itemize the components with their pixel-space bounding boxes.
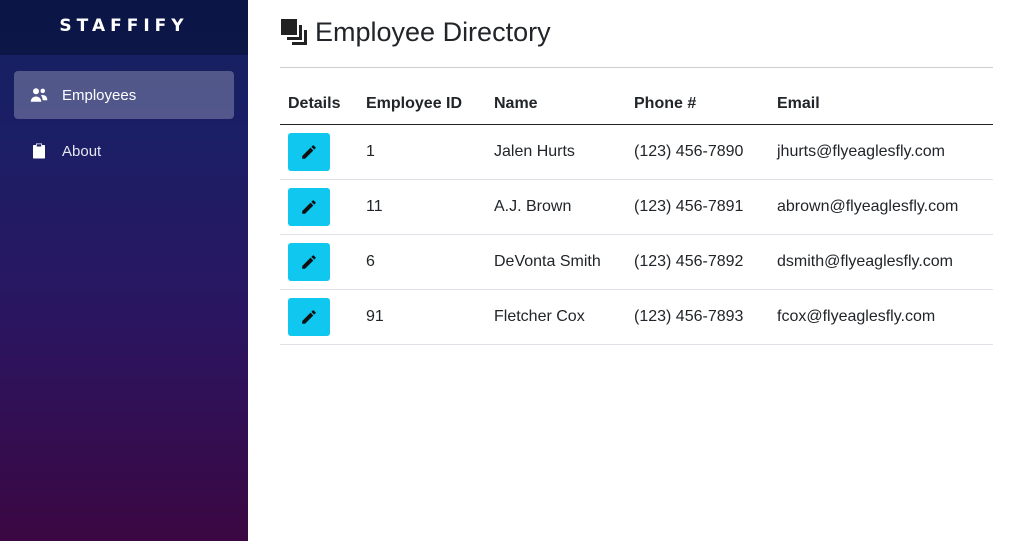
sidebar-item-label: Employees [62,86,137,104]
name-cell: DeVonta Smith [486,234,626,290]
table-row: 6 DeVonta Smith (123) 456-7892 dsmith@fl… [280,234,993,290]
phone-cell: (123) 456-7893 [626,289,769,345]
details-cell [280,124,358,180]
brand-logo[interactable]: STAFFIFY [59,16,188,36]
email-cell: dsmith@flyeaglesfly.com [769,234,993,290]
phone-cell: (123) 456-7890 [626,124,769,180]
page-header: Employee Directory [280,0,993,68]
table-row: 1 Jalen Hurts (123) 456-7890 jhurts@flye… [280,124,993,180]
edit-button[interactable] [288,132,330,171]
clone-icon [280,18,308,46]
column-header-name: Name [486,84,626,125]
phone-cell: (123) 456-7892 [626,234,769,290]
pencil-icon [302,144,316,159]
column-header-email: Email [769,84,993,125]
details-cell [280,289,358,345]
pencil-icon [302,199,316,214]
table-row: 91 Fletcher Cox (123) 456-7893 fcox@flye… [280,289,993,345]
employee-id-cell: 11 [358,179,486,235]
main-content: Employee Directory Details Employee ID N… [248,0,1014,541]
email-cell: jhurts@flyeaglesfly.com [769,124,993,180]
column-header-employee-id: Employee ID [358,84,486,125]
name-cell: A.J. Brown [486,179,626,235]
clipboard-icon [30,142,48,160]
employee-id-cell: 1 [358,124,486,180]
sidebar-item-label: About [62,142,102,160]
name-cell: Jalen Hurts [486,124,626,180]
users-icon [30,86,48,104]
column-header-details: Details [280,84,358,125]
table-row: 11 A.J. Brown (123) 456-7891 abrown@flye… [280,179,993,235]
table-header: Details Employee ID Name Phone # Email [280,84,993,125]
employee-id-cell: 91 [358,289,486,345]
sidebar: STAFFIFY Employees About [0,0,248,541]
table-body: 1 Jalen Hurts (123) 456-7890 jhurts@flye… [280,124,993,345]
employee-table: Details Employee ID Name Phone # Email 1… [280,84,993,345]
column-header-phone: Phone # [626,84,769,125]
app-root: STAFFIFY Employees About Employee Direct… [0,0,1014,541]
name-cell: Fletcher Cox [486,289,626,345]
phone-cell: (123) 456-7891 [626,179,769,235]
email-cell: abrown@flyeaglesfly.com [769,179,993,235]
employee-id-cell: 6 [358,234,486,290]
edit-button[interactable] [288,297,330,336]
details-cell [280,179,358,235]
edit-button[interactable] [288,242,330,281]
brand-bar: STAFFIFY [0,0,248,55]
sidebar-nav: Employees About [0,55,248,175]
details-cell [280,234,358,290]
sidebar-item-about[interactable]: About [14,127,234,175]
sidebar-item-employees[interactable]: Employees [14,71,234,119]
pencil-icon [302,254,316,269]
page-title: Employee Directory [315,17,551,47]
pencil-icon [302,309,316,324]
email-cell: fcox@flyeaglesfly.com [769,289,993,345]
edit-button[interactable] [288,187,330,226]
